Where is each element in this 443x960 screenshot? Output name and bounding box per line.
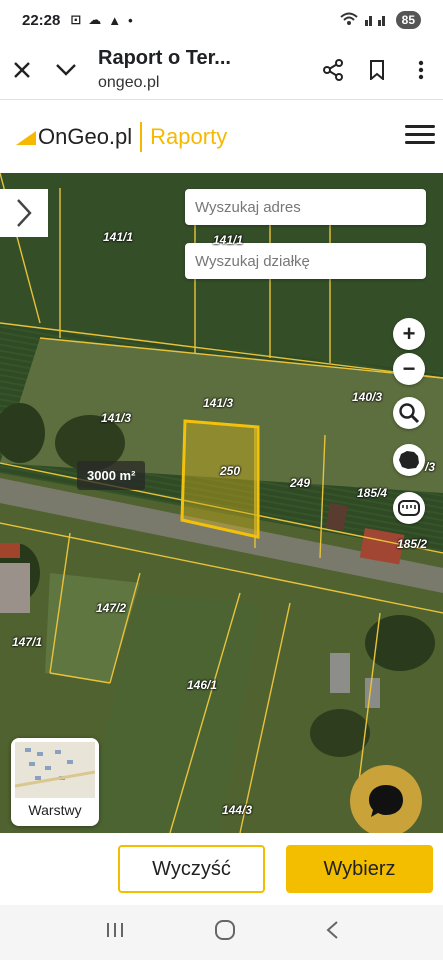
browser-toolbar: Raport o Ter... ongeo.pl <box>0 40 443 100</box>
parcel-label: 146/1 <box>187 678 218 692</box>
search-map-button[interactable] <box>393 397 425 429</box>
logo-mark-icon <box>16 131 36 145</box>
selected-parcel <box>180 419 260 539</box>
share-icon <box>323 58 343 81</box>
clock: 22:28 <box>22 11 61 29</box>
battery-indicator: 85 <box>395 11 421 29</box>
more-vertical-icon <box>418 60 424 79</box>
status-bar: 22:28 ⊡ ☁ ▲ • 85 <box>0 0 443 40</box>
system-navigation-bar <box>0 905 443 960</box>
page-url: ongeo.pl <box>98 74 160 91</box>
recent-apps-icon <box>106 923 123 937</box>
home-icon <box>214 920 235 940</box>
bookmark-button[interactable] <box>355 48 399 92</box>
parcel-label: 185/4 <box>357 486 388 500</box>
logo-text: OnGeo.pl <box>38 124 133 149</box>
layers-thumbnail <box>14 742 96 798</box>
parcel-label: /3 <box>425 460 436 474</box>
poland-map-icon <box>399 451 419 469</box>
warning-icon: ▲ <box>108 12 122 28</box>
parcel-label: 141/1 <box>213 233 244 247</box>
cloud-icon: ☁ <box>88 12 102 27</box>
sidebar-toggle-button[interactable] <box>0 189 48 237</box>
parcel-label: 141/1 <box>103 230 134 244</box>
recent-apps-button[interactable] <box>105 921 125 944</box>
hamburger-menu-button[interactable] <box>405 121 435 151</box>
wifi-icon <box>339 12 358 29</box>
country-view-button[interactable] <box>393 444 425 476</box>
measure-button[interactable] <box>393 492 425 524</box>
share-button[interactable] <box>311 48 355 92</box>
close-icon <box>14 61 30 78</box>
map-view[interactable]: Wyszukaj adres Wyszukaj działkę + − 3000… <box>0 173 443 833</box>
magnifier-icon <box>399 403 420 424</box>
logo-divider <box>140 122 143 152</box>
home-button[interactable] <box>214 919 236 946</box>
parcel-search-input[interactable]: Wyszukaj działkę <box>185 243 426 279</box>
action-bar: Wyczyść Wybierz <box>0 833 443 905</box>
select-button[interactable]: Wybierz <box>286 845 433 893</box>
parcel-label: 147/2 <box>96 601 127 615</box>
back-button[interactable] <box>325 920 339 945</box>
parcel-label: 141/3 <box>101 411 132 425</box>
tape-measure-icon <box>398 500 420 516</box>
page-title: Raport o Ter... <box>98 47 231 69</box>
parcel-label: 147/1 <box>12 635 43 649</box>
bookmark-icon <box>370 59 384 80</box>
parcel-label: 185/2 <box>397 537 428 551</box>
dot-icon: • <box>128 12 133 28</box>
close-button[interactable] <box>0 48 44 92</box>
area-measurement-label: 3000 m² <box>77 461 146 490</box>
page-title-area: Raport o Ter... ongeo.pl <box>88 47 311 92</box>
address-search-input[interactable]: Wyszukaj adres <box>185 189 426 225</box>
site-logo[interactable]: OnGeo.pl Raporty <box>16 122 227 152</box>
site-header: OnGeo.pl Raporty <box>0 101 443 173</box>
minimize-button[interactable] <box>44 48 88 92</box>
layers-label: Warstwy <box>28 802 82 818</box>
zoom-out-button[interactable]: − <box>393 353 425 385</box>
signal-icon <box>364 12 390 29</box>
clear-button[interactable]: Wyczyść <box>118 845 265 893</box>
more-menu-button[interactable] <box>399 48 443 92</box>
chat-button[interactable] <box>350 765 422 833</box>
chevron-right-icon <box>17 199 32 227</box>
parcel-label: 249 <box>290 476 311 490</box>
parcel-label: 144/3 <box>222 803 253 817</box>
chevron-down-icon <box>56 63 76 76</box>
parcel-label: 140/3 <box>352 390 383 404</box>
parcel-label: 141/3 <box>203 396 234 410</box>
screen-record-icon: ⊡ <box>70 12 82 27</box>
zoom-in-button[interactable]: + <box>393 318 425 350</box>
back-icon <box>325 921 338 939</box>
parcel-label: 250 <box>220 464 241 478</box>
layers-button[interactable]: Warstwy <box>11 738 99 826</box>
section-name: Raporty <box>150 124 228 149</box>
chat-bubble-icon <box>369 785 403 817</box>
